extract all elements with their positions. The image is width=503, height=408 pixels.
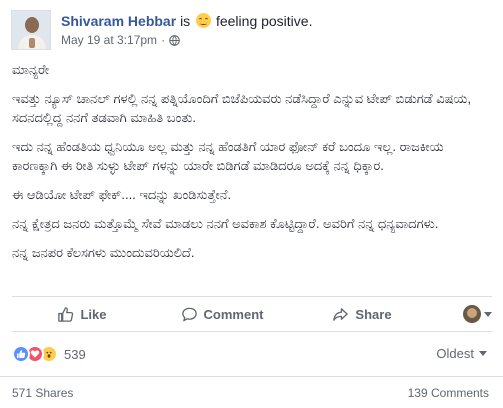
like-label: Like: [80, 306, 107, 322]
reactions-summary[interactable]: 539: [12, 344, 86, 364]
author-name-link[interactable]: Shivaram Hebbar: [61, 13, 176, 29]
comment-button[interactable]: Comment: [152, 306, 292, 323]
smiling-face-icon: [196, 13, 212, 28]
caret-down-icon: [479, 351, 487, 356]
post-body: ಮಾನ್ಯರೇ ಇವತ್ತು ನ್ಯೂಸ್ ಚಾನಲ್ ಗಳಲ್ಲಿ ನನ್ನ …: [12, 60, 492, 272]
post-timestamp-link[interactable]: May 19 at 3:17pm: [61, 33, 157, 47]
share-arrow-icon: [333, 307, 349, 321]
author-avatar[interactable]: [11, 10, 51, 50]
reactions-count: 539: [64, 346, 86, 362]
post-header: Shivaram Hebbar is feeling positive. May…: [11, 10, 491, 54]
post-as-selector[interactable]: [432, 305, 492, 323]
shares-count-link[interactable]: 571 Shares: [12, 386, 73, 400]
thumbs-up-icon: [58, 306, 74, 322]
separator-dot: ·: [161, 33, 166, 47]
like-reaction-icon: [12, 345, 30, 363]
comment-label: Comment: [203, 306, 264, 322]
feeling-text: feeling positive.: [215, 13, 313, 29]
post-paragraph: ಇದು ನನ್ನ ಹೆಂಡತಿಯ ಧ್ವನಿಯೂ ಅಲ್ಲ ಮತ್ತು ನನ್ನ…: [12, 139, 444, 173]
comments-count-link[interactable]: 139 Comments: [408, 386, 489, 400]
post-header-line: Shivaram Hebbar is feeling positive.: [61, 12, 491, 30]
post-actions-bar: Like Comment Share: [12, 296, 492, 332]
post-paragraph: ಈ ಆಡಿಯೋ ಟೇಪ್ ಫೇಕ್.... ಇದನ್ನು ಖಂಡಿಸುತ್ತೇನ…: [12, 187, 232, 202]
share-label: Share: [355, 306, 392, 322]
post-paragraph: ಮಾನ್ಯರೇ: [12, 62, 50, 77]
post-header-text: Shivaram Hebbar is feeling positive. May…: [61, 12, 491, 47]
post-paragraph: ನನ್ನ ಕ್ಷೇತ್ರದ ಜನರು ಮತ್ತೊಮ್ಮೆ ಸೇವೆ ಮಾಡಲು …: [12, 216, 439, 231]
facebook-post-card: Shivaram Hebbar is feeling positive. May…: [0, 0, 503, 408]
post-footer: 571 Shares 139 Comments: [0, 376, 503, 408]
caret-down-icon: [484, 311, 492, 317]
profile-avatar-mini: [463, 305, 481, 323]
globe-icon[interactable]: [169, 34, 180, 46]
post-paragraph: ನನ್ನ ಜನಪರ ಕೆಲಸಗಳು ಮುಂದುವರಿಯಲಿದೆ.: [12, 245, 195, 260]
sort-label: Oldest: [436, 346, 474, 361]
share-button[interactable]: Share: [292, 306, 432, 323]
activity-prefix: is: [180, 13, 191, 29]
comment-bubble-icon: [181, 307, 197, 321]
post-paragraph: ಇವತ್ತು ನ್ಯೂಸ್ ಚಾನಲ್ ಗಳಲ್ಲಿ ನನ್ನ ಪತ್ನಿಯೊಂ…: [12, 91, 471, 125]
like-button[interactable]: Like: [12, 306, 152, 323]
post-meta: May 19 at 3:17pm ·: [61, 33, 491, 47]
comment-sort-dropdown[interactable]: Oldest: [436, 346, 487, 361]
